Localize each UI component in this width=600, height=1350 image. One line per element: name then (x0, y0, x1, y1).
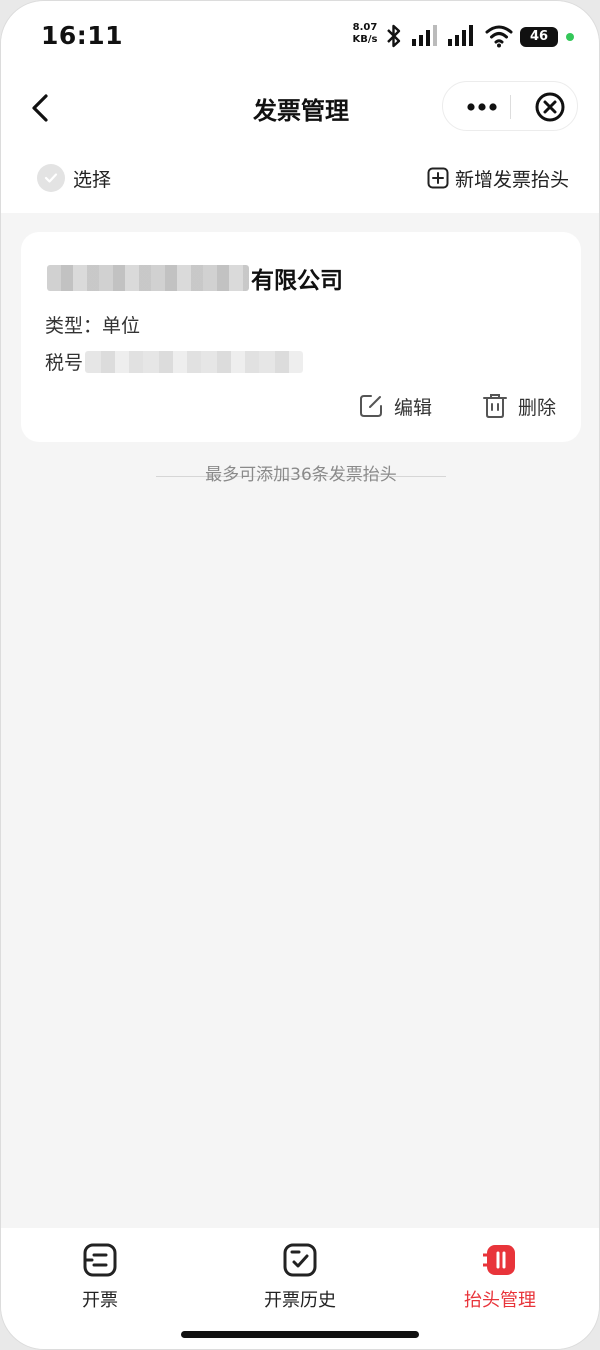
add-invoice-title-button[interactable]: 新增发票抬头 (427, 163, 569, 193)
status-time: 16:11 (41, 21, 124, 50)
more-icon (467, 103, 497, 111)
tab-invoice-history[interactable]: 开票历史 (230, 1242, 370, 1314)
mini-program-capsule (442, 81, 578, 131)
tab-invoice-label: 开票 (82, 1290, 118, 1311)
company-name-suffix: 有限公司 (251, 268, 343, 294)
network-speed-value: 8.07 (352, 22, 378, 33)
edit-icon (360, 395, 382, 417)
capsule-divider (510, 95, 511, 119)
type-value: 单位 (102, 315, 141, 337)
company-name: 有限公司 (47, 260, 343, 296)
status-bar: 16:11 8.07 KB/s 46 (1, 1, 599, 73)
title-manage-icon (482, 1242, 518, 1278)
select-label: 选择 (73, 168, 112, 191)
select-button[interactable]: 选择 (37, 163, 111, 193)
delete-button[interactable]: 删除 (482, 390, 556, 422)
invoice-icon (82, 1242, 118, 1278)
edit-label: 编辑 (394, 396, 433, 419)
tab-title-manage[interactable]: 抬头管理 (430, 1242, 570, 1314)
invoice-title-card[interactable]: 有限公司 类型： 单位 税号 编辑 删除 (21, 232, 581, 442)
limit-note-text: 最多可添加36条发票抬头 (205, 465, 397, 485)
tab-invoice[interactable]: 开票 (30, 1242, 170, 1314)
add-square-icon (427, 167, 449, 189)
tax-number-row: 税号 (45, 348, 304, 375)
home-indicator[interactable] (181, 1331, 419, 1338)
signal-icon (412, 25, 437, 46)
edit-button[interactable]: 编辑 (358, 390, 432, 422)
charging-dot (566, 33, 574, 41)
bluetooth-icon (387, 24, 401, 48)
limit-note: 最多可添加36条发票抬头 (156, 460, 446, 485)
signal-icon (448, 25, 473, 46)
trash-icon (483, 394, 507, 418)
network-speed: 8.07 KB/s (350, 22, 380, 46)
tax-label: 税号 (45, 352, 84, 374)
more-button[interactable] (457, 82, 507, 132)
close-button[interactable] (525, 82, 575, 132)
delete-label: 删除 (518, 396, 557, 419)
type-label: 类型： (45, 315, 103, 337)
phone-screen: 16:11 8.07 KB/s 46 发票管理 选择 新增发票抬头 有限公司 类… (0, 0, 600, 1350)
invoice-history-icon (282, 1242, 318, 1278)
redacted-tax-number (85, 350, 304, 373)
network-speed-unit: KB/s (352, 34, 378, 45)
add-invoice-title-label: 新增发票抬头 (454, 168, 569, 191)
close-circle-icon (535, 92, 565, 122)
tab-title-manage-label: 抬头管理 (464, 1290, 536, 1311)
toolbar: 选择 新增发票抬头 (1, 143, 599, 213)
wifi-icon (485, 25, 513, 48)
select-check-icon (37, 164, 65, 192)
battery-icon: 46 (520, 27, 558, 47)
tab-invoice-history-label: 开票历史 (264, 1290, 336, 1311)
redacted-company-name (47, 265, 249, 291)
invoice-type-row: 类型： 单位 (45, 311, 140, 338)
nav-bar: 发票管理 (1, 73, 599, 143)
